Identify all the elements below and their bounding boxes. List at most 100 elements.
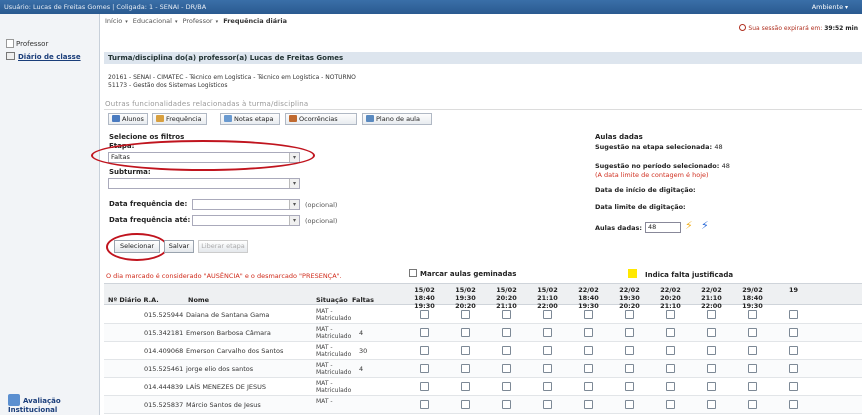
attendance-checkbox[interactable] bbox=[625, 328, 634, 337]
attendance-checkbox[interactable] bbox=[543, 346, 552, 355]
attendance-checkbox[interactable] bbox=[420, 364, 429, 373]
date-label: 15/02 bbox=[496, 286, 517, 294]
lightning-icon[interactable]: ⚡ bbox=[685, 219, 693, 232]
attendance-checkbox[interactable] bbox=[666, 328, 675, 337]
attendance-checkbox[interactable] bbox=[625, 400, 634, 409]
breadcrumb-professor[interactable]: Professor bbox=[183, 17, 213, 25]
ra-cell: 015.342181 bbox=[144, 329, 184, 337]
attendance-checkbox[interactable] bbox=[748, 310, 757, 319]
attendance-checkbox[interactable] bbox=[625, 364, 634, 373]
attendance-checkbox[interactable] bbox=[789, 328, 798, 337]
attendance-checkbox[interactable] bbox=[748, 346, 757, 355]
attendance-checkbox[interactable] bbox=[789, 364, 798, 373]
attendance-checkbox[interactable] bbox=[707, 310, 716, 319]
attendance-checkbox[interactable] bbox=[420, 346, 429, 355]
attendance-checkbox[interactable] bbox=[748, 382, 757, 391]
attendance-checkbox[interactable] bbox=[789, 400, 798, 409]
attendance-checkbox[interactable] bbox=[461, 310, 470, 319]
sidebar-item-avaliacao[interactable]: Avaliação Institucional bbox=[8, 394, 99, 414]
attendance-checkbox[interactable] bbox=[461, 328, 470, 337]
attendance-checkbox[interactable] bbox=[461, 382, 470, 391]
attendance-checkbox[interactable] bbox=[707, 328, 716, 337]
freq-de-select[interactable]: ▾ bbox=[192, 199, 300, 210]
attendance-checkbox[interactable] bbox=[420, 328, 429, 337]
attendance-checkbox[interactable] bbox=[461, 346, 470, 355]
disciplina-text: 51173 - Gestão dos Sistemas Logísticos bbox=[108, 82, 228, 89]
tab-notas-etapa[interactable]: Notas etapa bbox=[220, 113, 280, 125]
attendance-checkbox[interactable] bbox=[502, 364, 511, 373]
tab-frequencia[interactable]: Frequência bbox=[152, 113, 207, 125]
attendance-checkbox[interactable] bbox=[543, 400, 552, 409]
attendance-checkbox[interactable] bbox=[748, 328, 757, 337]
attendance-checkbox[interactable] bbox=[625, 382, 634, 391]
aulas-dadas-input[interactable]: 48 bbox=[645, 222, 681, 233]
attendance-checkbox[interactable] bbox=[789, 382, 798, 391]
attendance-checkbox[interactable] bbox=[420, 310, 429, 319]
attendance-checkbox[interactable] bbox=[420, 382, 429, 391]
geminadas-checkbox[interactable] bbox=[409, 269, 417, 277]
attendance-checkbox[interactable] bbox=[420, 400, 429, 409]
chevron-down-icon: ▾ bbox=[289, 216, 299, 225]
attendance-checkbox[interactable] bbox=[502, 310, 511, 319]
clock-icon bbox=[739, 24, 747, 31]
attendance-checkbox[interactable] bbox=[666, 364, 675, 373]
breadcrumb-educacional[interactable]: Educacional bbox=[133, 17, 172, 25]
attendance-checkbox[interactable] bbox=[707, 382, 716, 391]
attendance-checkbox[interactable] bbox=[502, 328, 511, 337]
sidebar-item-diario-de-classe[interactable]: Diário de classe bbox=[6, 52, 81, 61]
attendance-checkbox[interactable] bbox=[543, 382, 552, 391]
attendance-checkbox[interactable] bbox=[625, 346, 634, 355]
breadcrumb-inicio[interactable]: Início bbox=[105, 17, 122, 25]
subturma-select[interactable]: ▾ bbox=[108, 178, 300, 189]
divider bbox=[104, 109, 862, 110]
breadcrumb-current: Frequência diária bbox=[223, 17, 287, 25]
attendance-checkbox[interactable] bbox=[543, 310, 552, 319]
folder-icon bbox=[6, 39, 14, 48]
situacao-detail-cell: Matriculado bbox=[316, 333, 352, 340]
situacao-cell: MAT - bbox=[316, 344, 333, 351]
tab-plano-de-aula[interactable]: Plano de aula bbox=[362, 113, 432, 125]
attendance-checkbox[interactable] bbox=[666, 310, 675, 319]
lightning-blue-icon[interactable]: ⚡ bbox=[701, 219, 709, 232]
attendance-checkbox[interactable] bbox=[666, 400, 675, 409]
table-row: 014.444839 LAÍS MENEZES DE JESUS MAT - Matr… bbox=[104, 378, 862, 396]
top-bar: Usuário: Lucas de Freitas Gomes | Coliga… bbox=[0, 0, 862, 14]
sugestao-periodo: Sugestão no período selecionado: 48 bbox=[595, 162, 730, 170]
tab-ocorrencias[interactable]: Ocorrências bbox=[285, 113, 357, 125]
ambiente-menu[interactable]: Ambiente bbox=[812, 0, 848, 15]
attendance-checkbox[interactable] bbox=[584, 328, 593, 337]
tab-alunos[interactable]: Alunos bbox=[108, 113, 148, 125]
attendance-checkbox[interactable] bbox=[748, 400, 757, 409]
attendance-checkbox[interactable] bbox=[461, 364, 470, 373]
evaluation-icon bbox=[8, 394, 20, 406]
attendance-checkbox[interactable] bbox=[502, 400, 511, 409]
attendance-checkbox[interactable] bbox=[707, 400, 716, 409]
attendance-checkbox[interactable] bbox=[625, 310, 634, 319]
attendance-checkbox[interactable] bbox=[666, 346, 675, 355]
date-label: 29/02 bbox=[742, 286, 763, 294]
salvar-button[interactable]: Salvar bbox=[164, 240, 194, 253]
marcar-geminadas[interactable]: Marcar aulas geminadas bbox=[409, 269, 516, 278]
attendance-checkbox[interactable] bbox=[543, 364, 552, 373]
subturma-label: Subturma: bbox=[109, 168, 151, 176]
attendance-checkbox[interactable] bbox=[748, 364, 757, 373]
attendance-checkbox[interactable] bbox=[584, 346, 593, 355]
attendance-checkbox[interactable] bbox=[461, 400, 470, 409]
attendance-checkbox[interactable] bbox=[789, 310, 798, 319]
attendance-checkbox[interactable] bbox=[584, 400, 593, 409]
attendance-checkbox[interactable] bbox=[584, 382, 593, 391]
table-row: 015.525837 Márcio Santos de Jesus MAT - bbox=[104, 396, 862, 414]
attendance-checkbox[interactable] bbox=[584, 310, 593, 319]
attendance-checkbox[interactable] bbox=[666, 382, 675, 391]
book-icon bbox=[6, 52, 15, 60]
attendance-checkbox[interactable] bbox=[543, 328, 552, 337]
freq-ate-select[interactable]: ▾ bbox=[192, 215, 300, 226]
attendance-checkbox[interactable] bbox=[502, 346, 511, 355]
sidebar-item-professor[interactable]: Professor bbox=[6, 39, 48, 48]
attendance-checkbox[interactable] bbox=[584, 364, 593, 373]
attendance-checkbox[interactable] bbox=[502, 382, 511, 391]
attendance-checkbox[interactable] bbox=[707, 364, 716, 373]
attendance-checkbox[interactable] bbox=[707, 346, 716, 355]
attendance-checkbox[interactable] bbox=[789, 346, 798, 355]
liberar-etapa-button[interactable]: Liberar etapa bbox=[198, 240, 248, 253]
